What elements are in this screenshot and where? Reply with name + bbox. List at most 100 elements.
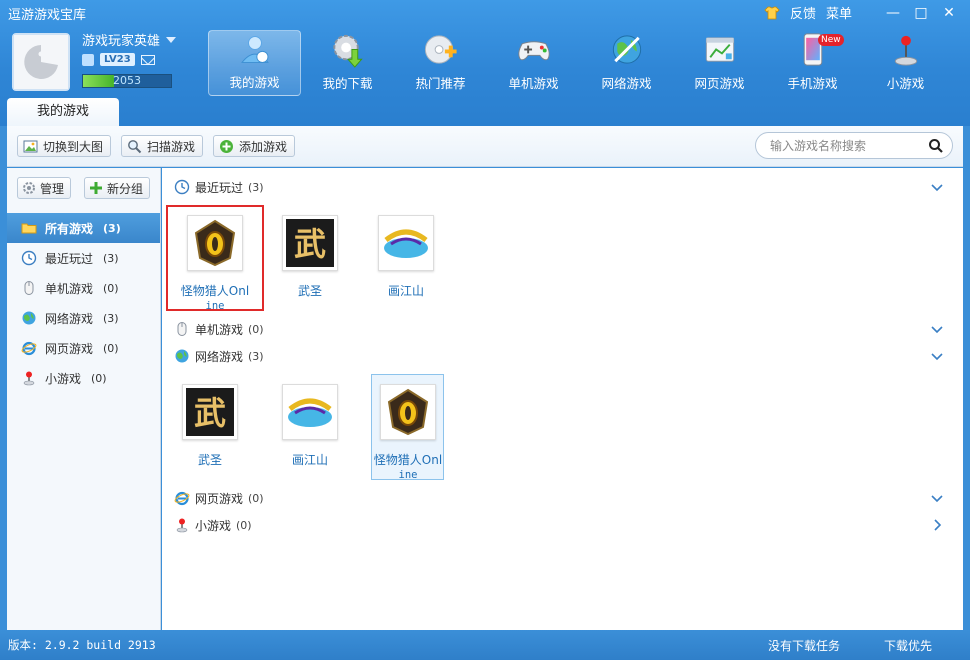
sidebar-item-online[interactable]: 网络游戏 (3) <box>7 303 160 333</box>
game-name: 怪物猎人Onl ine <box>181 284 249 313</box>
nav-label: 网络游戏 <box>601 76 652 91</box>
game-tile-huajiangshan[interactable]: 画江山 <box>368 215 444 298</box>
monster-hunter-logo-icon <box>387 388 429 436</box>
nav-label: 热门推荐 <box>415 76 466 91</box>
chevron-down-icon[interactable] <box>166 36 177 43</box>
hot-disc-icon <box>424 35 457 64</box>
search-box <box>755 132 953 159</box>
nav-label: 单机游戏 <box>508 76 559 91</box>
game-thumbnail: 武 <box>282 215 338 271</box>
download-priority-link[interactable]: 下载优先 <box>884 637 932 654</box>
username[interactable]: 游戏玩家英雄 <box>82 30 177 49</box>
tab-my-games[interactable]: 我的游戏 <box>7 98 119 126</box>
section-label: 单机游戏 <box>195 322 244 337</box>
nav-mini[interactable]: 小游戏 <box>859 30 952 96</box>
chevron-down-icon[interactable] <box>931 350 943 362</box>
ie-browser-icon <box>21 341 37 356</box>
nav-my-games[interactable]: 我的游戏 <box>208 30 301 96</box>
skin-shirt-icon[interactable] <box>764 6 780 20</box>
nav-single[interactable]: 单机游戏 <box>487 30 580 96</box>
scan-games-label: 扫描游戏 <box>147 139 196 154</box>
my-games-icon <box>240 36 269 63</box>
new-badge: New <box>818 34 844 46</box>
search-input[interactable] <box>770 138 920 154</box>
game-tile-wusheng[interactable]: 武 武圣 <box>272 215 348 298</box>
exp-value: 2053 <box>113 74 141 87</box>
feedback-link[interactable]: 反馈 <box>790 3 816 22</box>
pacman-avatar-icon <box>14 35 68 89</box>
chevron-down-icon[interactable] <box>931 181 943 193</box>
game-name: 武圣 <box>197 453 222 467</box>
sidebar-item-single[interactable]: 单机游戏 (0) <box>7 273 160 303</box>
nav-web[interactable]: 网页游戏 <box>673 30 766 96</box>
game-name-line2: ine <box>205 300 225 312</box>
section-label: 小游戏 <box>195 518 232 533</box>
svg-text:武: 武 <box>294 225 326 263</box>
nav-online[interactable]: 网络游戏 <box>580 30 673 96</box>
globe-icon <box>22 311 36 325</box>
game-thumbnail <box>378 215 434 271</box>
toolbar: 切换到大图 扫描游戏 添加游戏 <box>7 126 963 167</box>
mail-icon[interactable] <box>140 54 155 65</box>
sidebar-item-recent[interactable]: 最近玩过 (3) <box>7 243 160 273</box>
nav-hot[interactable]: 热门推荐 <box>394 30 487 96</box>
game-tile-huajiangshan[interactable]: 画江山 <box>272 384 348 467</box>
minimize-button[interactable]: — <box>882 4 904 22</box>
switch-view-button[interactable]: 切换到大图 <box>17 135 112 157</box>
username-text: 游戏玩家英雄 <box>82 34 161 49</box>
scan-games-button[interactable]: 扫描游戏 <box>121 135 204 157</box>
window-controls: — □ ✕ <box>882 4 960 22</box>
sidebar-item-label: 网页游戏 <box>45 341 94 356</box>
add-game-button[interactable]: 添加游戏 <box>213 135 296 157</box>
game-tile-monster-hunter[interactable]: 怪物猎人Onl ine <box>370 384 446 482</box>
vip-icon <box>82 53 94 66</box>
sidebar-item-count: (3) <box>103 221 121 235</box>
section-count: (0) <box>236 518 252 532</box>
search-icon[interactable] <box>928 138 944 154</box>
wusheng-logo-icon: 武 <box>286 219 334 267</box>
section-mini-header[interactable]: 小游戏 (0) <box>174 515 252 535</box>
download-tasks-link[interactable]: 没有下载任务 <box>768 637 840 654</box>
title-bar: 逗游游戏宝库 反馈 菜单 — □ ✕ 游戏玩家英雄 LV23 2053 我的游戏… <box>0 0 970 126</box>
section-count: (0) <box>248 491 264 505</box>
section-recent-header[interactable]: 最近玩过 (3) <box>174 177 264 197</box>
nav-mobile[interactable]: New 手机游戏 <box>766 30 859 96</box>
sidebar-item-count: (0) <box>103 281 119 295</box>
sidebar-item-count: (0) <box>103 341 119 355</box>
sidebar-item-web[interactable]: 网页游戏 (0) <box>7 333 160 363</box>
nav-my-downloads[interactable]: 我的下载 <box>301 30 394 96</box>
section-online-header[interactable]: 网络游戏 (3) <box>174 346 264 366</box>
chevron-down-icon[interactable] <box>931 492 943 504</box>
download-gear-icon <box>332 34 363 68</box>
game-thumbnail <box>282 384 338 440</box>
nav-label: 小游戏 <box>886 76 925 91</box>
sidebar-item-count: (0) <box>91 371 107 385</box>
manage-button[interactable]: 管理 <box>17 177 72 199</box>
section-web-header[interactable]: 网页游戏 (0) <box>174 488 264 508</box>
maximize-button[interactable]: □ <box>910 4 932 22</box>
new-group-button[interactable]: 新分组 <box>84 177 151 199</box>
menu-link[interactable]: 菜单 <box>826 3 852 22</box>
nav-label: 我的下载 <box>322 76 373 91</box>
magnifier-icon <box>128 139 142 153</box>
close-button[interactable]: ✕ <box>938 4 960 22</box>
avatar[interactable] <box>12 33 70 91</box>
game-tile-wusheng[interactable]: 武 武圣 <box>172 384 248 467</box>
joystick-icon <box>894 35 917 66</box>
sidebar-item-mini[interactable]: 小游戏 (0) <box>7 363 160 393</box>
clock-icon <box>21 250 37 266</box>
add-icon <box>220 139 233 153</box>
huajiangshan-logo-icon <box>288 398 332 427</box>
game-tile-monster-hunter[interactable]: 怪物猎人Onl ine <box>177 215 253 313</box>
sidebar-item-all-games[interactable]: 所有游戏 (3) <box>7 213 160 243</box>
sidebar-item-label: 小游戏 <box>45 371 82 386</box>
nav-label: 网页游戏 <box>694 76 745 91</box>
version-text: 版本: 2.9.2 build 2913 <box>8 638 156 652</box>
chevron-down-icon[interactable] <box>931 323 943 335</box>
section-single-header[interactable]: 单机游戏 (0) <box>174 319 264 339</box>
joystick-icon <box>23 371 35 386</box>
switch-view-label: 切换到大图 <box>43 139 104 154</box>
chevron-right-icon[interactable] <box>931 519 943 531</box>
gamepad-icon <box>517 41 550 61</box>
sidebar-item-label: 所有游戏 <box>45 221 94 236</box>
